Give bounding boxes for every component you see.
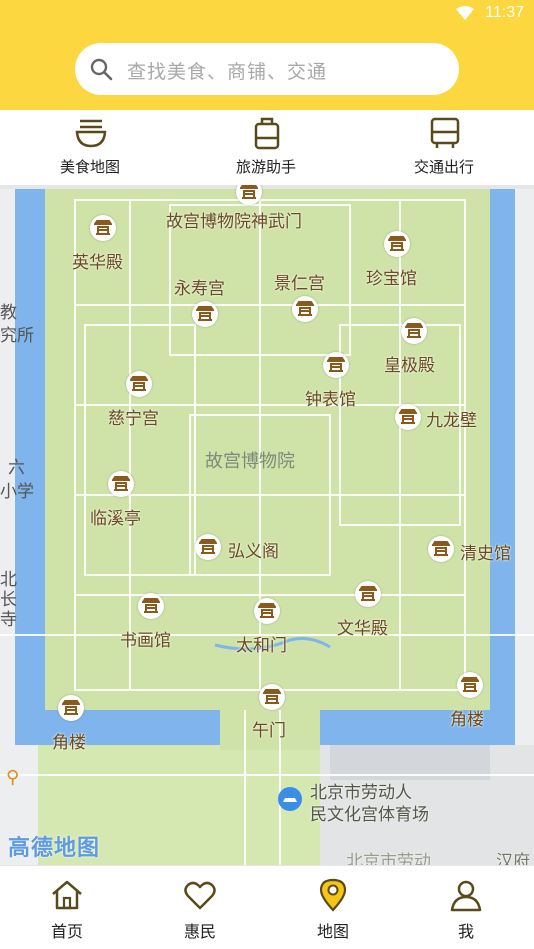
poi-label-jingrengong[interactable]: 景仁宫 (274, 269, 325, 294)
poi-marker[interactable] (108, 471, 134, 497)
poi-marker[interactable] (126, 371, 152, 397)
edge-label: 六 (8, 458, 25, 478)
tab-travel-assistant[interactable]: 旅游助手 (206, 110, 326, 185)
search-placeholder: 查找美食、商铺、交通 (127, 61, 328, 83)
map-view[interactable]: 故宫博物院 故宫博物院神武门 英华殿 珍宝馆 永寿宫 景仁宫 皇极殿 钟表馆 慈… (0, 185, 534, 865)
search-icon (90, 58, 113, 81)
map-fragment-label: 汉府 (496, 852, 530, 865)
stadium-marker[interactable] (278, 787, 302, 811)
nav-map-label: 地图 (316, 922, 349, 941)
tab-food-map-label: 美食地图 (59, 158, 120, 176)
poi-marker[interactable] (384, 231, 410, 257)
status-time: 11:37 (485, 4, 524, 21)
person-icon (450, 880, 482, 912)
poi-marker[interactable] (259, 684, 285, 710)
poi-label-yinghuadian[interactable]: 英华殿 (72, 248, 123, 273)
palace-icon (327, 357, 345, 372)
palace-icon (388, 236, 406, 251)
nav-home-label: 首页 (50, 922, 83, 941)
wifi-icon (456, 6, 474, 20)
poi-label-shuhuaguan[interactable]: 书画馆 (120, 626, 171, 651)
tab-food-map[interactable]: 美食地图 (30, 110, 150, 185)
poi-marker[interactable] (90, 215, 116, 241)
bus-icon (430, 117, 460, 148)
map-pin-icon (319, 878, 347, 912)
poi-label-yongshougong[interactable]: 永寿宫 (174, 274, 225, 299)
restaurant-icon[interactable]: ⚲ (6, 767, 19, 788)
bowl-icon (75, 119, 107, 148)
tab-transport-label: 交通出行 (413, 158, 474, 176)
map-center-label: 故宫博物院 (205, 451, 295, 472)
edge-label: 小学 (0, 482, 34, 502)
poi-label-linxiting[interactable]: 临溪亭 (90, 504, 141, 529)
poi-marker[interactable] (195, 534, 221, 560)
palace-icon (130, 376, 148, 391)
nav-me[interactable]: 我 (421, 866, 511, 949)
poi-label-zhongbiaoguan[interactable]: 钟表馆 (305, 385, 356, 410)
poi-label-huangjidian[interactable]: 皇极殿 (384, 351, 435, 376)
luggage-icon (254, 117, 280, 150)
poi-label-qingshiguan[interactable]: 清史馆 (460, 539, 511, 564)
poi-label-taihemen[interactable]: 太和门 (236, 631, 287, 656)
map-logo: 高德地图 (8, 836, 101, 861)
palace-icon (199, 539, 217, 554)
poi-label-cininggong[interactable]: 慈宁宫 (108, 404, 159, 429)
palace-icon (359, 586, 377, 601)
poi-marker[interactable] (254, 598, 280, 624)
tab-travel-assistant-label: 旅游助手 (235, 158, 296, 176)
poi-marker[interactable] (428, 536, 454, 562)
bottom-nav: 首页 惠民 地图 我 (0, 865, 534, 949)
palace-icon (94, 220, 112, 235)
quick-tabs: 美食地图 旅游助手 交通出行 (0, 110, 534, 185)
palace-icon (461, 677, 479, 692)
tab-transport[interactable]: 交通出行 (384, 110, 504, 185)
nav-me-label: 我 (457, 922, 474, 941)
poi-marker[interactable] (395, 404, 421, 430)
poi-label-shenwumen[interactable]: 故宫博物院神武门 (166, 207, 302, 232)
palace-icon (405, 323, 423, 338)
poi-marker[interactable] (355, 581, 381, 607)
heart-icon (184, 881, 216, 910)
poi-label-jiaolou-west[interactable]: 角楼 (52, 728, 86, 753)
map-fragment-label: 北京市劳动 (346, 852, 431, 865)
venue-label-line2[interactable]: 民文化宫体育场 (310, 800, 429, 825)
edge-label: 究所 (0, 326, 34, 346)
edge-label: 寺 (0, 610, 17, 630)
palace-icon (196, 306, 214, 321)
stadium-icon (283, 798, 297, 802)
poi-marker[interactable] (323, 352, 349, 378)
palace-icon (142, 598, 160, 613)
palace-icon (263, 689, 281, 704)
home-icon (52, 880, 82, 910)
poi-label-wenhuadian[interactable]: 文华殿 (337, 614, 388, 639)
edge-label: 教 (0, 303, 17, 323)
poi-marker[interactable] (58, 695, 84, 721)
search-bar[interactable]: 查找美食、商铺、交通 (75, 43, 459, 95)
palace-icon (432, 541, 450, 556)
poi-label-jiulongbi[interactable]: 九龙壁 (426, 406, 477, 431)
palace-icon (399, 409, 417, 424)
nav-benefits[interactable]: 惠民 (155, 866, 245, 949)
nav-map[interactable]: 地图 (288, 866, 378, 949)
palace-icon (62, 700, 80, 715)
poi-label-wumen[interactable]: 午门 (252, 716, 286, 741)
poi-marker[interactable] (401, 318, 427, 344)
status-bar: 11:37 (0, 0, 534, 28)
poi-label-jiaolou-east[interactable]: 角楼 (450, 705, 484, 730)
app-header: 11:37 查找美食、商铺、交通 (0, 0, 534, 110)
nav-home[interactable]: 首页 (22, 866, 112, 949)
poi-label-zhenbaoguan[interactable]: 珍宝馆 (366, 264, 417, 289)
poi-marker[interactable] (192, 301, 218, 327)
palace-icon (258, 603, 276, 618)
nav-benefits-label: 惠民 (183, 922, 216, 941)
map-base (0, 185, 534, 865)
palace-icon (296, 301, 314, 316)
poi-label-hongyige[interactable]: 弘义阁 (228, 537, 279, 562)
palace-icon (240, 185, 258, 199)
palace-icon (112, 476, 130, 491)
poi-marker[interactable] (138, 593, 164, 619)
poi-marker[interactable] (457, 672, 483, 698)
poi-marker[interactable] (292, 296, 318, 322)
